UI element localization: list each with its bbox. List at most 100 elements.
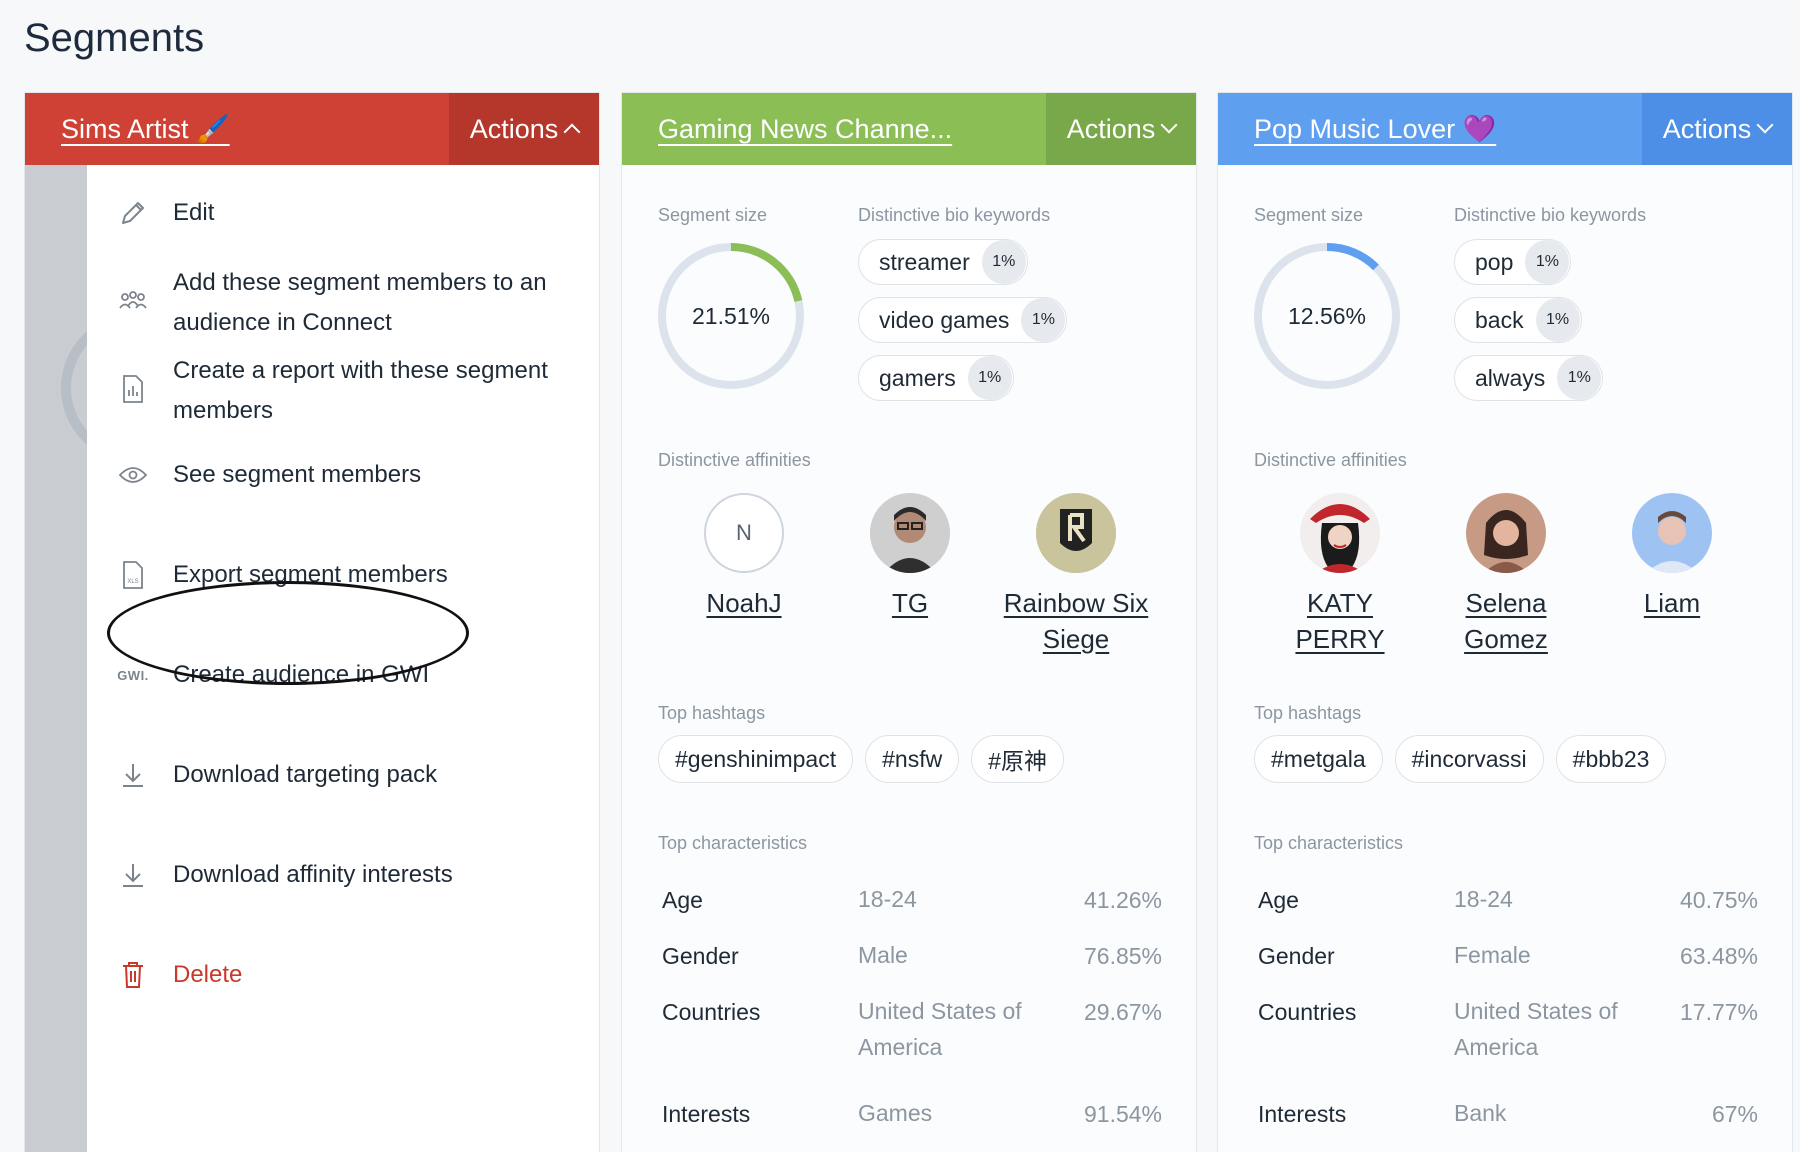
affinity-name[interactable]: NoahJ	[664, 585, 824, 621]
char-key: Age	[662, 887, 703, 913]
keyword-pct: 1%	[1021, 298, 1066, 342]
menu-item-label: Create audience in GWI	[173, 661, 430, 688]
char-key: Countries	[1258, 999, 1357, 1025]
keyword-pct: 1%	[1535, 298, 1580, 342]
affinity-item[interactable]: KATY PERRY	[1260, 493, 1420, 657]
card-header: Gaming News Channe... Actions	[622, 93, 1196, 165]
card-name: Sims Artist 🖌️	[25, 93, 449, 165]
char-pct: 91.54%	[1083, 1101, 1162, 1127]
keyword-pct: 1%	[967, 356, 1012, 400]
actions-label: Actions	[1066, 113, 1156, 144]
menu-item-label: Delete	[173, 961, 243, 988]
hashtag-chip[interactable]: #metgala	[1254, 735, 1383, 783]
trash-icon	[117, 959, 149, 991]
segment-card-pop-music-lover: Pop Music Lover 💜 Actions Segment size 1…	[1217, 92, 1793, 1152]
menu-item-label: Create a report with these segment membe…	[173, 357, 548, 424]
keyword-chip: gamers 1%	[858, 355, 1014, 401]
keyword-chip: streamer 1%	[858, 239, 1028, 285]
char-value: United States of America	[1454, 998, 1618, 1060]
actions-button[interactable]: Actions	[1046, 93, 1196, 165]
keyword-text: pop	[1475, 248, 1514, 275]
card-name: Pop Music Lover 💜	[1218, 93, 1642, 165]
chevron-up-icon	[563, 123, 581, 141]
segment-card-sims-artist: Sims Artist 🖌️ Actions Edit Add these se…	[24, 92, 600, 1152]
menu-item-label: Download targeting pack	[173, 761, 438, 788]
actions-label: Actions	[1662, 113, 1752, 144]
hashtag-chip[interactable]: #原神	[971, 735, 1064, 783]
segment-size-label: Segment size	[1254, 205, 1364, 225]
char-value: 18-24	[858, 886, 917, 912]
person-avatar	[1300, 493, 1380, 573]
char-value: Female	[1454, 942, 1531, 968]
affinity-name[interactable]: Liam	[1592, 585, 1752, 621]
char-pct: 67%	[1711, 1101, 1758, 1127]
hashtag-chip[interactable]: #incorvassi	[1394, 735, 1544, 783]
actions-menu: Edit Add these segment members to an aud…	[87, 165, 599, 1152]
hashtags-label: Top hashtags	[658, 703, 766, 723]
char-value: Male	[858, 942, 908, 968]
affinity-item[interactable]: N NoahJ	[664, 493, 824, 621]
char-value: Games	[858, 1100, 933, 1126]
keyword-chip: always 1%	[1454, 355, 1604, 401]
affinity-item[interactable]: Rainbow Six Siege	[996, 493, 1156, 657]
affinities-label: Distinctive affinities	[1254, 450, 1407, 470]
char-key: Gender	[662, 943, 739, 969]
affinity-item[interactable]: Liam	[1592, 493, 1752, 621]
affinity-name[interactable]: Selena Gomez	[1426, 585, 1586, 657]
segment-size-value: 12.56%	[1287, 302, 1366, 329]
people-icon	[117, 285, 149, 317]
keyword-chip: pop 1%	[1454, 239, 1572, 285]
keyword-chip: video games 1%	[858, 297, 1068, 343]
segment-size-label: Segment size	[658, 205, 768, 225]
segment-size-value: 21.51%	[691, 302, 770, 329]
dimmed-card-content	[25, 165, 211, 1152]
initial-avatar: N	[704, 493, 784, 573]
segment-name-link[interactable]: Gaming News Channe...	[658, 114, 952, 145]
hashtags-list: #genshinimpact #nsfw #原神	[658, 735, 1076, 783]
segment-card-gaming-news: Gaming News Channe... Actions Segment si…	[621, 92, 1197, 1152]
char-pct: 40.75%	[1679, 887, 1758, 913]
char-pct: 29.67%	[1083, 999, 1162, 1025]
char-value: Bank	[1454, 1100, 1507, 1126]
menu-item-label: Add these segment members to an audience…	[173, 269, 547, 336]
characteristics-label: Top characteristics	[658, 833, 808, 853]
char-pct: 76.85%	[1083, 943, 1162, 969]
hashtag-chip[interactable]: #nsfw	[865, 735, 960, 783]
affinity-name[interactable]: KATY PERRY	[1260, 585, 1420, 657]
svg-text:XLS: XLS	[127, 579, 138, 585]
char-key: Age	[1258, 887, 1299, 913]
actions-button[interactable]: Actions	[1642, 93, 1792, 165]
hashtag-chip[interactable]: #bbb23	[1555, 735, 1667, 783]
segment-name-link[interactable]: Pop Music Lover 💜	[1254, 113, 1496, 145]
chevron-down-icon	[1160, 116, 1178, 134]
characteristics-label: Top characteristics	[1254, 833, 1404, 853]
hashtags-list: #metgala #incorvassi #bbb23	[1254, 735, 1678, 783]
bio-keywords-label: Distinctive bio keywords	[858, 205, 1051, 225]
card-name: Gaming News Channe...	[622, 93, 1046, 165]
menu-item-label: See segment members	[173, 461, 422, 488]
download-icon	[117, 859, 149, 891]
avatar-initial: N	[736, 520, 752, 545]
affinity-item[interactable]: Selena Gomez	[1426, 493, 1586, 657]
chevron-down-icon	[1756, 116, 1774, 134]
affinity-item[interactable]: TG	[830, 493, 990, 621]
rainbow-six-logo	[1036, 493, 1116, 573]
char-pct: 41.26%	[1083, 887, 1162, 913]
menu-item-label: Export segment members	[173, 561, 448, 588]
hashtag-chip[interactable]: #genshinimpact	[658, 735, 854, 783]
keyword-pct: 1%	[1557, 356, 1602, 400]
segment-name-link[interactable]: Sims Artist 🖌️	[61, 113, 230, 145]
actions-label: Actions	[469, 113, 559, 144]
menu-item-label: Edit	[173, 199, 215, 226]
xls-file-icon: XLS	[117, 559, 149, 591]
actions-button[interactable]: Actions	[449, 93, 599, 165]
keyword-text: gamers	[879, 364, 956, 391]
hashtags-label: Top hashtags	[1254, 703, 1362, 723]
card-header: Sims Artist 🖌️ Actions	[25, 93, 599, 165]
char-key: Gender	[1258, 943, 1335, 969]
menu-item-label: Download affinity interests	[173, 861, 453, 888]
bio-keywords-label: Distinctive bio keywords	[1454, 205, 1647, 225]
pencil-icon	[117, 197, 149, 229]
affinity-name[interactable]: Rainbow Six Siege	[996, 585, 1156, 657]
affinity-name[interactable]: TG	[830, 585, 990, 621]
